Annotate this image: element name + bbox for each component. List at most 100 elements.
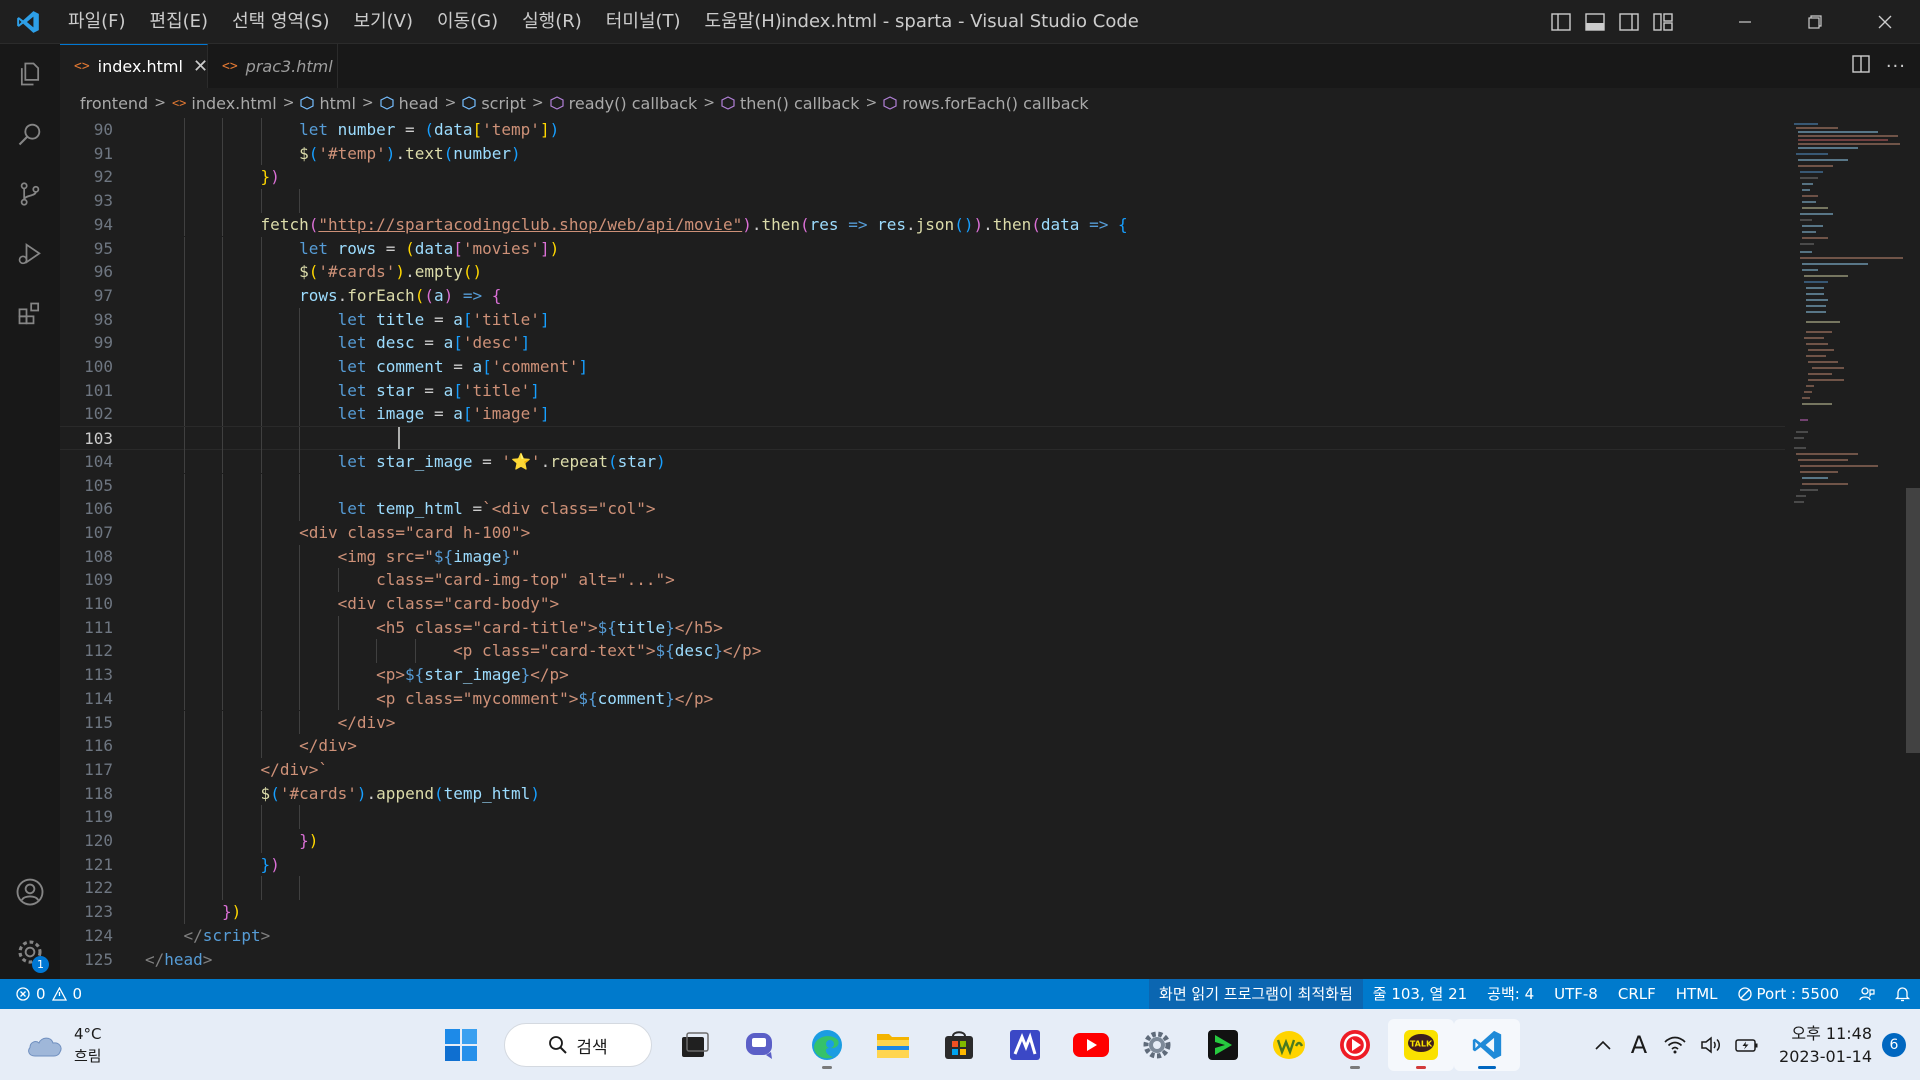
taskbar-search[interactable]: 검색 bbox=[504, 1023, 652, 1067]
code-line[interactable]: 96 $('#cards').empty() bbox=[60, 260, 1785, 284]
code-line[interactable]: 106 let temp_html =`<div class="col"> bbox=[60, 497, 1785, 521]
code-line[interactable]: 122 bbox=[60, 876, 1785, 901]
clock[interactable]: 오후 11:48 2023-01-14 bbox=[1765, 1022, 1882, 1068]
toggle-secondary-sidebar-icon[interactable] bbox=[1612, 0, 1646, 44]
breadcrumb-then-callback[interactable]: then() callback bbox=[721, 94, 859, 113]
teams-chat-icon[interactable] bbox=[728, 1019, 794, 1071]
code-line[interactable]: 101 let star = a['title'] bbox=[60, 378, 1785, 403]
code-line[interactable]: 121}) bbox=[60, 852, 1785, 877]
show-hidden-icons-chevron-up-icon[interactable] bbox=[1585, 1025, 1621, 1065]
weather-widget[interactable]: 4°C 흐림 bbox=[26, 1023, 102, 1067]
cursor-position[interactable]: 줄 103, 열 21 bbox=[1363, 979, 1477, 1009]
breadcrumb-foreach-callback[interactable]: rows.forEach() callback bbox=[883, 94, 1089, 113]
source-control-icon[interactable] bbox=[0, 164, 60, 224]
code-line[interactable]: 95 let rows = (data['movies']) bbox=[60, 236, 1785, 261]
wifi-icon[interactable] bbox=[1657, 1025, 1693, 1065]
code-line[interactable]: 94 fetch("http://spartacodingclub.shop/we… bbox=[60, 212, 1785, 237]
code-line[interactable]: 112 <p class="card-text">${desc}</p> bbox=[60, 639, 1785, 664]
code-line[interactable]: 125 </head> bbox=[60, 948, 1785, 972]
notifications-bell-icon[interactable] bbox=[1885, 979, 1920, 1009]
battery-charging-icon[interactable] bbox=[1729, 1025, 1765, 1065]
code-line[interactable]: 123}) bbox=[60, 900, 1785, 924]
menu-selection[interactable]: 선택 영역(S) bbox=[220, 0, 341, 44]
scrollbar-thumb[interactable] bbox=[1906, 488, 1920, 753]
input-method-indicator[interactable]: A bbox=[1621, 1025, 1657, 1065]
toggle-primary-sidebar-icon[interactable] bbox=[1544, 0, 1578, 44]
menu-file[interactable]: 파일(F) bbox=[56, 0, 138, 44]
code-line[interactable]: 118 $('#cards').append(temp_html) bbox=[60, 781, 1785, 806]
code-line[interactable]: 92}) bbox=[60, 165, 1785, 190]
screen-reader-status[interactable]: 화면 읽기 프로그램이 최적화됨 bbox=[1149, 979, 1363, 1009]
edge-browser-icon[interactable] bbox=[794, 1019, 860, 1071]
more-actions-icon[interactable]: ··· bbox=[1886, 56, 1906, 77]
minimap[interactable] bbox=[1788, 118, 1906, 979]
task-view-icon[interactable] bbox=[662, 1019, 728, 1071]
close-window-icon[interactable] bbox=[1850, 0, 1920, 44]
youtube-icon[interactable] bbox=[1058, 1019, 1124, 1071]
code-line[interactable]: 111 <h5 class="card-title">${title}</h5> bbox=[60, 615, 1785, 640]
code-line[interactable]: 90 let number = (data['temp']) bbox=[60, 118, 1785, 142]
code-line[interactable]: 97 rows.forEach((a) => { bbox=[60, 283, 1785, 308]
customize-layout-icon[interactable] bbox=[1646, 0, 1680, 44]
menu-edit[interactable]: 편집(E) bbox=[138, 0, 221, 44]
toggle-panel-icon[interactable] bbox=[1578, 0, 1612, 44]
code-line[interactable]: 124 </script> bbox=[60, 924, 1785, 948]
media-player-icon[interactable] bbox=[1322, 1019, 1388, 1071]
encoding[interactable]: UTF-8 bbox=[1544, 979, 1608, 1009]
app-icon-m[interactable] bbox=[992, 1019, 1058, 1071]
settings-gear-icon[interactable] bbox=[1124, 1019, 1190, 1071]
menu-terminal[interactable]: 터미널(T) bbox=[594, 0, 693, 44]
code-line[interactable]: 93 bbox=[60, 189, 1785, 213]
explorer-icon[interactable] bbox=[0, 44, 60, 104]
file-explorer-icon[interactable] bbox=[860, 1019, 926, 1071]
close-tab-icon[interactable]: ✕ bbox=[193, 56, 208, 77]
indentation[interactable]: 공백: 4 bbox=[1477, 979, 1544, 1009]
breadcrumb-file[interactable]: <> index.html bbox=[172, 94, 277, 113]
code-line[interactable]: 116 </div> bbox=[60, 734, 1785, 758]
code-line[interactable]: 107 <div class="card h-100"> bbox=[60, 520, 1785, 545]
volume-icon[interactable] bbox=[1693, 1025, 1729, 1065]
end-of-line[interactable]: CRLF bbox=[1608, 979, 1666, 1009]
code-line[interactable]: 108 <img src="${image}" bbox=[60, 544, 1785, 569]
code-line[interactable]: 103 bbox=[60, 426, 1785, 451]
code-line[interactable]: 105 bbox=[60, 473, 1785, 498]
app-icon-green[interactable] bbox=[1190, 1019, 1256, 1071]
code-line[interactable]: 117 </div>` bbox=[60, 757, 1785, 782]
tab-prac3-html[interactable]: <> prac3.html bbox=[208, 44, 338, 88]
code-line[interactable]: 120}) bbox=[60, 829, 1785, 853]
run-debug-icon[interactable] bbox=[0, 224, 60, 284]
code-line[interactable]: 91 $('#temp').text(number) bbox=[60, 141, 1785, 166]
kakaotalk-icon[interactable]: TALK bbox=[1388, 1019, 1454, 1071]
search-icon[interactable] bbox=[0, 104, 60, 164]
tab-index-html[interactable]: <> index.html ✕ bbox=[60, 44, 208, 88]
code-line[interactable]: 102 let image = a['image'] bbox=[60, 402, 1785, 427]
extensions-icon[interactable] bbox=[0, 284, 60, 344]
code-line[interactable]: 98 let title = a['title'] bbox=[60, 307, 1785, 332]
breadcrumb-folder[interactable]: frontend bbox=[80, 94, 148, 113]
breadcrumb-ready-callback[interactable]: ready() callback bbox=[550, 94, 697, 113]
vscode-taskbar-icon[interactable] bbox=[1454, 1019, 1520, 1071]
breadcrumb-script[interactable]: script bbox=[462, 94, 526, 113]
microsoft-store-icon[interactable] bbox=[926, 1019, 992, 1071]
live-server-port[interactable]: Port : 5500 bbox=[1728, 979, 1850, 1009]
problems-indicator[interactable]: 0 0 bbox=[0, 985, 82, 1003]
restore-icon[interactable] bbox=[1780, 0, 1850, 44]
code-line[interactable]: 100 let comment = a['comment'] bbox=[60, 355, 1785, 379]
notification-count-badge[interactable]: 6 bbox=[1882, 1032, 1906, 1057]
code-line[interactable]: 113 <p>${star_image}</p> bbox=[60, 663, 1785, 687]
code-line[interactable]: 109 class="card-img-top" alt="..."> bbox=[60, 568, 1785, 592]
code-editor[interactable]: 90 let number = (data['temp']) 91 $('#temp'… bbox=[60, 118, 1920, 979]
breadcrumb-head[interactable]: head bbox=[380, 94, 439, 113]
accounts-icon[interactable] bbox=[0, 862, 60, 922]
code-line[interactable]: 119 bbox=[60, 805, 1785, 829]
code-line[interactable]: 114 <p class="mycomment">${comment}</p> bbox=[60, 686, 1785, 711]
menu-view[interactable]: 보기(V) bbox=[342, 0, 425, 44]
breadcrumb-html[interactable]: html bbox=[300, 94, 356, 113]
language-mode[interactable]: HTML bbox=[1666, 979, 1728, 1009]
split-editor-icon[interactable] bbox=[1852, 54, 1870, 78]
manage-gear-icon[interactable]: 1 bbox=[0, 922, 60, 982]
vscode-logo-icon[interactable] bbox=[0, 0, 56, 44]
code-line[interactable]: 99 let desc = a['desc'] bbox=[60, 331, 1785, 355]
minimize-icon[interactable] bbox=[1710, 0, 1780, 44]
code-line[interactable]: 110 <div class="card-body"> bbox=[60, 592, 1785, 616]
